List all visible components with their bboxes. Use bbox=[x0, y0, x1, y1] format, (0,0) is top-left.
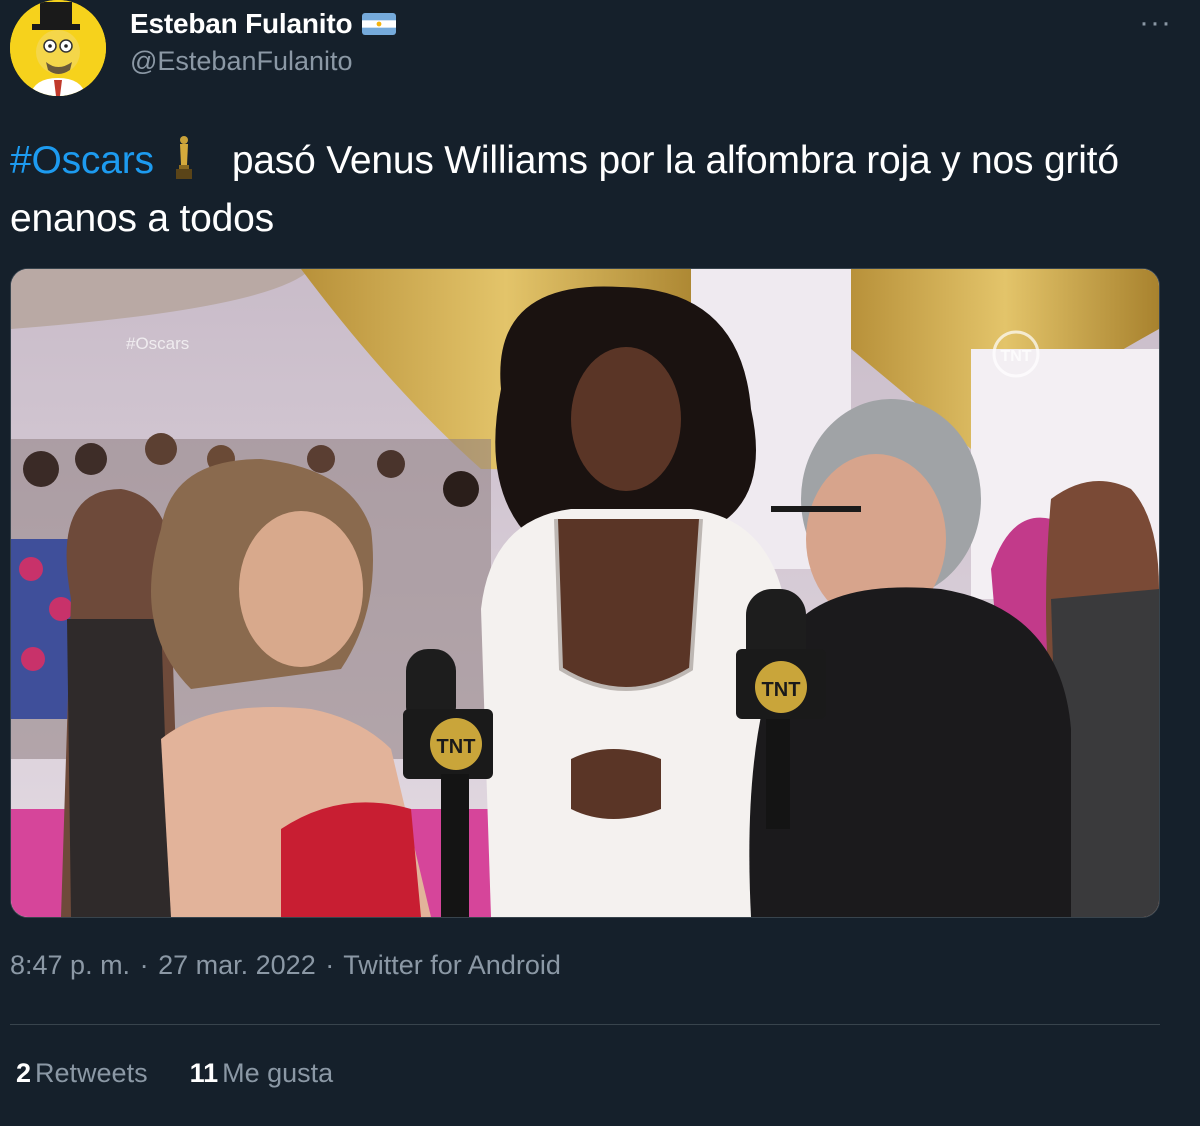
user-handle[interactable]: @EstebanFulanito bbox=[130, 46, 353, 77]
meta-separator: · bbox=[139, 950, 149, 980]
tweet-media-image[interactable]: TNT TNT #Oscars TNT bbox=[10, 268, 1160, 918]
tweet-text: #Oscars pasó Venus Williams por la alfom… bbox=[10, 132, 1180, 248]
oscars-watermark: #Oscars bbox=[126, 334, 189, 353]
avatar[interactable] bbox=[10, 0, 106, 96]
mic-left-label: TNT bbox=[437, 736, 476, 758]
mic-right-label: TNT bbox=[762, 679, 801, 701]
cartoon-avatar-icon bbox=[10, 0, 106, 96]
likes-label: Me gusta bbox=[222, 1058, 334, 1088]
more-options-button[interactable]: ··· bbox=[1139, 6, 1172, 40]
red-carpet-interview-photo: TNT TNT #Oscars TNT bbox=[11, 269, 1159, 917]
likes-stat[interactable]: 11 Me gusta bbox=[190, 1058, 334, 1089]
tweet-date[interactable]: 27 mar. 2022 bbox=[158, 950, 316, 980]
display-name-row: Esteban Fulanito bbox=[130, 4, 397, 44]
meta-separator: · bbox=[325, 950, 335, 980]
tweet-source[interactable]: Twitter for Android bbox=[343, 950, 561, 980]
channel-logo: TNT bbox=[1000, 348, 1031, 365]
retweets-label: Retweets bbox=[35, 1058, 148, 1088]
retweets-count: 2 bbox=[16, 1058, 32, 1088]
tweet-stats: 2 Retweets 11 Me gusta bbox=[16, 1058, 333, 1089]
likes-count: 11 bbox=[189, 1058, 219, 1088]
tweet-meta: 8:47 p. m. · 27 mar. 2022 · Twitter for … bbox=[10, 950, 563, 981]
retweets-stat[interactable]: 2 Retweets bbox=[16, 1058, 148, 1089]
divider bbox=[10, 1024, 1160, 1025]
tweet-time[interactable]: 8:47 p. m. bbox=[10, 950, 130, 980]
argentina-flag-icon bbox=[362, 13, 397, 35]
hashtag-link[interactable]: #Oscars bbox=[10, 139, 154, 182]
display-name[interactable]: Esteban Fulanito bbox=[130, 8, 353, 40]
oscar-statuette-icon bbox=[175, 136, 192, 179]
tweet-card: Esteban Fulanito @EstebanFulanito ··· #O… bbox=[0, 0, 1200, 1126]
